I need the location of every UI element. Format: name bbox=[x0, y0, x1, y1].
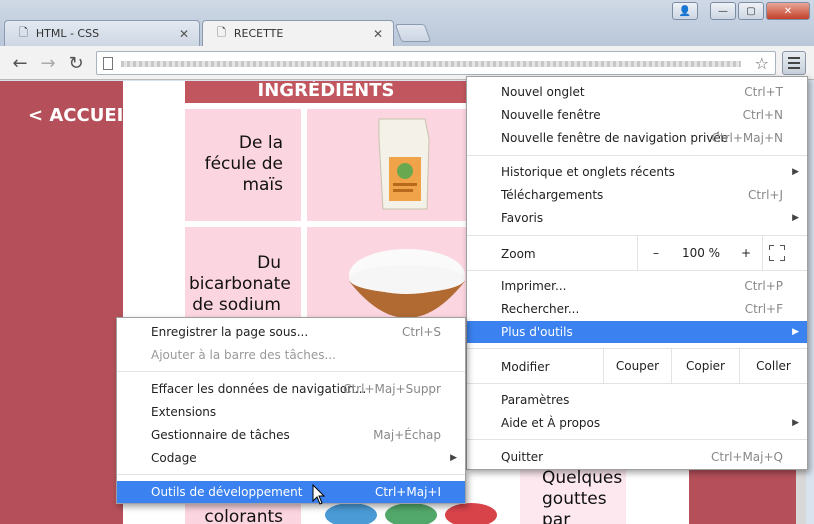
address-bar[interactable]: ☆ bbox=[96, 51, 776, 75]
menu-item-quit[interactable]: Quitter Ctrl+Maj+Q bbox=[467, 446, 807, 468]
menu-item-help[interactable]: Aide et À propos ▶ bbox=[467, 412, 807, 434]
submenu-item-encoding[interactable]: Codage ▶ bbox=[117, 447, 465, 469]
zoom-level: 100 % bbox=[681, 246, 721, 260]
menu-item-downloads[interactable]: Téléchargements Ctrl+J bbox=[467, 184, 807, 206]
close-window-button[interactable]: ✕ bbox=[766, 2, 810, 20]
page-icon: 🗋 bbox=[19, 26, 28, 39]
submenu-arrow-icon: ▶ bbox=[450, 453, 457, 463]
ingredients-header: INGRÉDIENTS bbox=[185, 81, 467, 103]
minimize-button[interactable]: — bbox=[710, 2, 736, 20]
mouse-pointer-icon bbox=[312, 484, 326, 505]
reload-icon[interactable]: ↻ bbox=[64, 51, 88, 75]
copy-button[interactable]: Copier bbox=[671, 349, 739, 383]
menu-item-new-window[interactable]: Nouvelle fenêtre Ctrl+N bbox=[467, 104, 807, 126]
new-tab-button[interactable] bbox=[394, 24, 432, 42]
accueil-link[interactable]: < ACCUEIL bbox=[28, 105, 135, 126]
menu-separator bbox=[117, 371, 465, 372]
zoom-row: Zoom – 100 % + bbox=[467, 235, 807, 271]
page-icon bbox=[103, 57, 113, 70]
cornstarch-bag-image bbox=[378, 118, 430, 210]
submenu-item-save-page[interactable]: Enregistrer la page sous... Ctrl+S bbox=[117, 321, 465, 343]
page-icon: 🗋 bbox=[217, 26, 226, 39]
edit-label: Modifier bbox=[501, 360, 550, 374]
ingredient-image-cell bbox=[307, 109, 467, 221]
menu-separator bbox=[467, 155, 807, 156]
submenu-item-clear-data[interactable]: Effacer les données de navigation... Ctr… bbox=[117, 378, 465, 400]
hamburger-menu-icon[interactable] bbox=[782, 51, 806, 75]
menu-item-history[interactable]: Historique et onglets récents ▶ bbox=[467, 161, 807, 183]
submenu-item-task-manager[interactable]: Gestionnaire de tâches Maj+Échap bbox=[117, 424, 465, 446]
zoom-out-button[interactable]: – bbox=[638, 236, 674, 270]
tab-title: HTML - CSS bbox=[35, 27, 100, 40]
fullscreen-icon[interactable] bbox=[769, 245, 785, 261]
back-arrow-icon[interactable]: ← bbox=[8, 51, 32, 75]
submenu-arrow-icon: ▶ bbox=[792, 418, 799, 428]
url-text-blurred bbox=[121, 61, 741, 67]
cut-button[interactable]: Couper bbox=[603, 349, 671, 383]
tab-title: RECETTE bbox=[233, 27, 284, 40]
ingredient-text-cell: De la fécule de maïs bbox=[185, 109, 301, 221]
close-tab-icon[interactable]: ✕ bbox=[179, 27, 189, 41]
user-icon[interactable]: 👤 bbox=[672, 2, 698, 20]
menu-item-incognito-window[interactable]: Nouvelle fenêtre de navigation privée Ct… bbox=[467, 127, 807, 149]
submenu-arrow-icon: ▶ bbox=[792, 213, 799, 223]
menu-item-settings[interactable]: Paramètres bbox=[467, 389, 807, 411]
menu-item-find[interactable]: Rechercher... Ctrl+F bbox=[467, 298, 807, 320]
zoom-in-button[interactable]: + bbox=[728, 236, 764, 270]
menu-item-bookmarks[interactable]: Favoris ▶ bbox=[467, 207, 807, 229]
chrome-main-menu: Nouvel onglet Ctrl+T Nouvelle fenêtre Ct… bbox=[466, 76, 808, 470]
zoom-label: Zoom bbox=[501, 247, 536, 261]
submenu-arrow-icon: ▶ bbox=[792, 167, 799, 177]
ingredient-label: Du bicarbonate de sodium bbox=[189, 253, 291, 315]
menu-item-print[interactable]: Imprimer... Ctrl+P bbox=[467, 275, 807, 297]
star-icon[interactable]: ☆ bbox=[755, 54, 769, 73]
tab-recette[interactable]: 🗋 RECETTE ✕ bbox=[202, 20, 394, 46]
edit-row: Modifier Couper Copier Coller bbox=[467, 348, 807, 384]
submenu-item-add-to-taskbar: Ajouter à la barre des tâches... bbox=[151, 348, 336, 362]
tab-html-css[interactable]: 🗋 HTML - CSS ✕ bbox=[4, 20, 200, 46]
menu-item-new-tab[interactable]: Nouvel onglet Ctrl+T bbox=[467, 81, 807, 103]
ingredient-label: De la fécule de maïs bbox=[204, 133, 283, 195]
ingredient-label: colorants bbox=[204, 507, 283, 524]
zoom-controls: – 100 % + bbox=[637, 236, 763, 270]
more-tools-submenu: Enregistrer la page sous... Ctrl+S Ajout… bbox=[116, 317, 466, 504]
forward-arrow-icon[interactable]: → bbox=[36, 51, 60, 75]
submenu-arrow-icon: ▶ bbox=[792, 327, 799, 337]
submenu-item-developer-tools[interactable]: Outils de développement Ctrl+Maj+I bbox=[117, 481, 465, 503]
window-controls: 👤 — ▢ ✕ bbox=[672, 2, 810, 20]
paste-button[interactable]: Coller bbox=[739, 349, 807, 383]
menu-separator bbox=[117, 474, 465, 475]
title-bar: 🗋 HTML - CSS ✕ 🗋 RECETTE ✕ 👤 — ▢ ✕ bbox=[0, 0, 814, 46]
browser-toolbar: ← → ↻ ☆ bbox=[0, 46, 814, 80]
submenu-item-extensions[interactable]: Extensions bbox=[117, 401, 465, 423]
maximize-button[interactable]: ▢ bbox=[738, 2, 764, 20]
menu-item-more-tools[interactable]: Plus d'outils ▶ bbox=[467, 321, 807, 343]
close-tab-icon[interactable]: ✕ bbox=[373, 27, 383, 41]
menu-separator bbox=[467, 439, 807, 440]
